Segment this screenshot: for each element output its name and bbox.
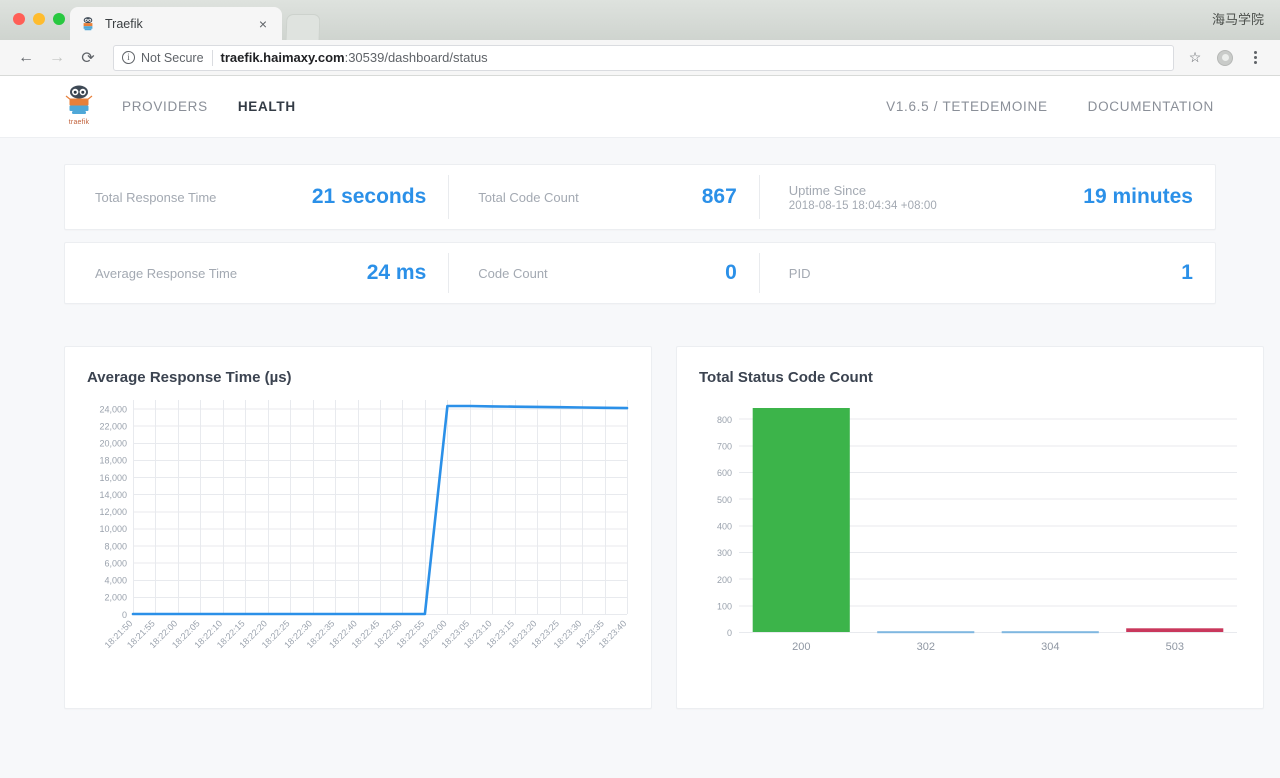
bar-chart-svg: 0 100 200 300 400 500 600 700 800 200 302 304 503 <box>697 392 1243 687</box>
line-chart-plot: 02,0004,0006,0008,00010,00012,00014,0001… <box>85 392 631 692</box>
svg-text:800: 800 <box>717 415 732 425</box>
svg-text:400: 400 <box>717 521 732 531</box>
svg-text:503: 503 <box>1166 641 1184 653</box>
svg-text:200: 200 <box>792 641 810 653</box>
svg-text:24,000: 24,000 <box>99 404 127 414</box>
stat-code-count: Code Count 0 <box>448 243 759 303</box>
reload-button[interactable]: ⟳ <box>74 44 102 72</box>
stat-total-code-count-value: 867 <box>702 185 737 209</box>
nav-item-documentation[interactable]: DOCUMENTATION <box>1088 99 1214 114</box>
svg-text:22,000: 22,000 <box>99 421 127 431</box>
app-nav-links: PROVIDERS HEALTH <box>122 99 296 114</box>
stat-pid-label: PID <box>789 266 811 281</box>
stat-uptime-since: Uptime Since 2018-08-15 18:04:34 +08:00 … <box>759 165 1215 229</box>
stat-uptime-since-timestamp: 2018-08-15 18:04:34 +08:00 <box>789 200 937 212</box>
browser-menu-icon[interactable] <box>1242 45 1268 71</box>
browser-chrome: Traefik × 海马学院 ← → ⟳ i Not Secure traefi… <box>0 0 1280 76</box>
stat-total-response-time-value: 21 seconds <box>312 185 426 209</box>
line-chart-title: Average Response Time (µs) <box>87 369 631 386</box>
stat-total-code-count: Total Code Count 867 <box>448 165 759 229</box>
stat-code-count-label: Code Count <box>478 266 547 281</box>
svg-text:302: 302 <box>917 641 935 653</box>
security-status-label: Not Secure <box>141 51 204 65</box>
svg-text:4,000: 4,000 <box>104 576 127 586</box>
nav-item-health[interactable]: HEALTH <box>238 99 296 114</box>
url-host: traefik.haimaxy.com <box>221 50 345 65</box>
stats-row-secondary: Average Response Time 24 ms Code Count 0… <box>64 242 1216 304</box>
svg-text:100: 100 <box>717 601 732 611</box>
svg-text:20,000: 20,000 <box>99 439 127 449</box>
card-status-code-count-chart: Total Status Code Count 0 100 200 300 400 500… <box>676 346 1264 709</box>
new-tab-button[interactable] <box>286 14 321 40</box>
svg-text:2,000: 2,000 <box>104 593 127 603</box>
window-traffic-lights <box>13 13 65 25</box>
traefik-favicon-icon <box>80 16 96 32</box>
svg-text:304: 304 <box>1041 641 1059 653</box>
app-nav-right: V1.6.5 / TETEDEMOINE DOCUMENTATION <box>886 99 1214 114</box>
browser-titlebar: Traefik × 海马学院 <box>0 0 1280 40</box>
svg-text:14,000: 14,000 <box>99 490 127 500</box>
svg-text:200: 200 <box>717 575 732 585</box>
bar-chart-title: Total Status Code Count <box>699 369 1243 386</box>
traefik-logo-icon[interactable]: traefik <box>58 84 100 130</box>
stat-total-response-time: Total Response Time 21 seconds <box>65 165 448 229</box>
browser-tab-traefik[interactable]: Traefik × <box>70 7 282 40</box>
url-path: :30539/dashboard/status <box>345 50 488 65</box>
traefik-dashboard: traefik PROVIDERS HEALTH V1.6.5 / TETEDE… <box>0 76 1280 778</box>
stat-code-count-value: 0 <box>725 261 737 285</box>
back-button[interactable]: ← <box>12 44 40 72</box>
dashboard-content: Total Response Time 21 seconds Total Cod… <box>0 138 1280 709</box>
svg-text:18,000: 18,000 <box>99 456 127 466</box>
profile-avatar-icon[interactable] <box>1212 45 1238 71</box>
nav-item-providers[interactable]: PROVIDERS <box>122 99 208 114</box>
nav-version-label: V1.6.5 / TETEDEMOINE <box>886 99 1048 114</box>
svg-text:12,000: 12,000 <box>99 507 127 517</box>
stat-average-response-time-value: 24 ms <box>367 261 427 285</box>
bar-chart-plot: 0 100 200 300 400 500 600 700 800 200 302 304 503 <box>697 392 1243 692</box>
stats-row-primary: Total Response Time 21 seconds Total Cod… <box>64 164 1216 230</box>
svg-text:16,000: 16,000 <box>99 473 127 483</box>
svg-text:600: 600 <box>717 468 732 478</box>
browser-tab-title: Traefik <box>105 17 254 31</box>
window-owner-label: 海马学院 <box>1212 9 1264 28</box>
stat-average-response-time: Average Response Time 24 ms <box>65 243 448 303</box>
omnibox-divider <box>212 50 213 66</box>
stat-uptime-text-group: Uptime Since 2018-08-15 18:04:34 +08:00 <box>789 183 937 212</box>
stat-total-code-count-label: Total Code Count <box>478 190 578 205</box>
close-window-button[interactable] <box>13 13 25 25</box>
svg-text:0: 0 <box>727 628 732 638</box>
maximize-window-button[interactable] <box>53 13 65 25</box>
stat-pid-value: 1 <box>1181 261 1193 285</box>
browser-toolbar: ← → ⟳ i Not Secure traefik.haimaxy.com :… <box>0 40 1280 76</box>
minimize-window-button[interactable] <box>33 13 45 25</box>
card-average-response-time-chart: Average Response Time (µs) 02,0004,0006,… <box>64 346 652 709</box>
stat-average-response-time-label: Average Response Time <box>95 266 237 281</box>
address-bar[interactable]: i Not Secure traefik.haimaxy.com :30539/… <box>113 45 1174 71</box>
stat-total-response-time-label: Total Response Time <box>95 190 216 205</box>
bookmark-star-icon[interactable]: ☆ <box>1182 45 1208 71</box>
stat-pid: PID 1 <box>759 243 1215 303</box>
svg-text:500: 500 <box>717 495 732 505</box>
stat-uptime-since-value: 19 minutes <box>1083 185 1193 209</box>
toolbar-right-actions: ☆ <box>1182 45 1268 71</box>
svg-text:8,000: 8,000 <box>104 541 127 551</box>
charts-area: Average Response Time (µs) 0 2,000 4,000 6,… <box>64 346 1216 709</box>
svg-text:10,000: 10,000 <box>99 524 127 534</box>
line-chart-svg: 02,0004,0006,0008,00010,00012,00014,0001… <box>85 392 631 687</box>
svg-text:6,000: 6,000 <box>104 558 127 568</box>
stat-uptime-since-label: Uptime Since <box>789 183 937 198</box>
close-tab-button[interactable]: × <box>254 15 272 33</box>
traefik-logo-wordmark: traefik <box>69 119 89 126</box>
svg-text:700: 700 <box>717 441 732 451</box>
forward-button[interactable]: → <box>43 44 71 72</box>
svg-text:300: 300 <box>717 548 732 558</box>
app-navbar: traefik PROVIDERS HEALTH V1.6.5 / TETEDE… <box>0 76 1280 138</box>
tab-strip: Traefik × <box>70 0 320 40</box>
site-info-icon[interactable]: i <box>122 51 135 64</box>
